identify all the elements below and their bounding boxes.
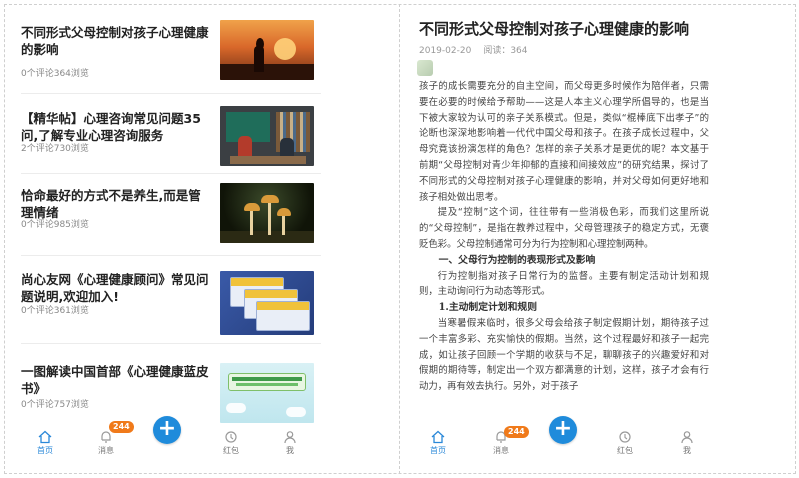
banner-ribbon bbox=[228, 373, 306, 391]
tab-redpacket[interactable]: 红包 bbox=[610, 430, 640, 456]
tab-home[interactable]: 首页 bbox=[423, 430, 453, 456]
desk-shape bbox=[230, 156, 306, 164]
feed-meta: 0个评论361浏览 bbox=[21, 303, 89, 316]
sunset-family-image[interactable] bbox=[220, 20, 314, 80]
article-paragraph: 提及“控制”这个词，往往带有一些消极色彩，而我们这里所说的“父母控制”，是指在教… bbox=[419, 207, 709, 250]
stem-shape bbox=[282, 213, 285, 235]
article-subheading: 1.主动制定计划和规则 bbox=[438, 302, 537, 314]
stem-shape bbox=[250, 209, 253, 235]
feed-meta: 0个评论985浏览 bbox=[21, 217, 89, 230]
feed-panel: 不同形式父母控制对孩子心理健康的影响 0个评论364浏览 【精华帖】心理咨询常见… bbox=[5, 5, 398, 425]
article-panel: 不同形式父母控制对孩子心理健康的影响 2019-02-20 阅读：364 孩子的成… bbox=[400, 5, 796, 425]
feed-separator bbox=[21, 93, 321, 94]
article-date: 2019-02-20 bbox=[419, 46, 472, 56]
feed-title[interactable]: 【精华帖】心理咨询常见问题35问,了解专业心理咨询服务 bbox=[21, 110, 211, 144]
feed-separator bbox=[21, 173, 321, 174]
feed-meta: 2个评论730浏览 bbox=[21, 141, 89, 154]
feed-title[interactable]: 恰命最好的方式不是养生,而是管理情绪 bbox=[21, 187, 211, 221]
card-shape bbox=[256, 301, 310, 331]
feed-meta: 0个评论757浏览 bbox=[21, 397, 89, 410]
bluebook-banner-image[interactable] bbox=[220, 363, 314, 423]
unread-badge: 244 bbox=[109, 421, 134, 433]
feed-item[interactable]: 尚心友网《心理健康顾问》常见问题说明,欢迎加入! 0个评论361浏览 bbox=[21, 267, 321, 353]
tab-me[interactable]: 我 bbox=[275, 430, 305, 456]
tab-label: 消息 bbox=[493, 446, 509, 455]
article-read-count: 阅读：364 bbox=[483, 46, 528, 56]
comment-count: 2个评论 bbox=[21, 144, 54, 154]
feed-separator bbox=[21, 255, 321, 256]
ground-shape bbox=[220, 231, 314, 243]
tab-label: 首页 bbox=[430, 446, 446, 455]
article-body: 孩子的成长需要充分的自主空间，而父母更多时候作为陪伴者，只需要在必要的时候给予帮… bbox=[419, 79, 709, 395]
comment-count: 0个评论 bbox=[21, 306, 54, 316]
person-shape bbox=[238, 136, 252, 158]
banner-text-bar bbox=[236, 383, 298, 386]
counseling-studio-image[interactable] bbox=[220, 106, 314, 166]
card-stripe bbox=[257, 302, 309, 310]
cap-shape bbox=[261, 195, 279, 203]
right-tab-bar: 首页 消息 244 + 红包 我 bbox=[400, 416, 796, 460]
user-icon bbox=[681, 431, 693, 444]
banner-text-bar bbox=[232, 377, 302, 381]
tab-me[interactable]: 我 bbox=[672, 430, 702, 456]
unread-badge: 244 bbox=[504, 426, 529, 438]
tab-label: 我 bbox=[286, 446, 294, 455]
sun-shape bbox=[274, 38, 296, 60]
tab-label: 红包 bbox=[617, 446, 633, 455]
card-stripe bbox=[245, 290, 297, 298]
article-paragraph: 孩子的成长需要充分的自主空间，而父母更多时候作为陪伴者，只需要在必要的时候给予帮… bbox=[419, 81, 709, 203]
tab-label: 红包 bbox=[223, 446, 239, 455]
feed-item[interactable]: 恰命最好的方式不是养生,而是管理情绪 0个评论985浏览 bbox=[21, 183, 321, 269]
view-count: 985浏览 bbox=[53, 220, 89, 230]
feed-meta: 0个评论364浏览 bbox=[21, 66, 89, 79]
home-icon bbox=[38, 430, 52, 444]
tab-label: 消息 bbox=[98, 446, 114, 455]
cloud-shape bbox=[286, 407, 306, 417]
cap-shape bbox=[244, 203, 260, 211]
child-silhouette-shape bbox=[256, 38, 264, 50]
article-meta: 2019-02-20 阅读：364 bbox=[419, 43, 540, 56]
stem-shape bbox=[268, 201, 271, 235]
feed-item[interactable]: 【精华帖】心理咨询常见问题35问,了解专业心理咨询服务 2个评论730浏览 bbox=[21, 106, 321, 192]
cap-shape bbox=[277, 208, 291, 216]
tab-messages[interactable]: 消息 bbox=[91, 430, 121, 456]
add-post-button[interactable]: + bbox=[153, 416, 181, 444]
tab-home[interactable]: 首页 bbox=[30, 430, 60, 456]
feed-title[interactable]: 不同形式父母控制对孩子心理健康的影响 bbox=[21, 24, 211, 58]
comment-count: 0个评论 bbox=[21, 400, 54, 410]
article-title: 不同形式父母控制对孩子心理健康的影响 bbox=[419, 20, 690, 38]
view-count: 361浏览 bbox=[53, 306, 89, 316]
tab-label: 我 bbox=[683, 446, 691, 455]
comment-count: 0个评论 bbox=[21, 69, 54, 79]
card-stripe bbox=[231, 278, 283, 286]
home-icon bbox=[431, 430, 445, 444]
feed-title[interactable]: 一图解读中国首部《心理健康蓝皮书》 bbox=[21, 363, 211, 397]
article-paragraph: 当寒暑假来临时，很多父母会给孩子制定假期计划，期待孩子过一个丰富多彩、充实愉快的… bbox=[419, 317, 709, 393]
author-avatar[interactable] bbox=[417, 60, 433, 76]
user-icon bbox=[284, 431, 296, 444]
view-count: 364浏览 bbox=[53, 69, 89, 79]
hill-shape bbox=[220, 64, 314, 80]
tab-redpacket[interactable]: 红包 bbox=[216, 430, 246, 456]
redpacket-icon bbox=[225, 431, 237, 443]
tab-label: 首页 bbox=[37, 446, 53, 455]
view-count: 730浏览 bbox=[53, 144, 89, 154]
add-post-button[interactable]: + bbox=[549, 416, 577, 444]
feed-separator bbox=[21, 343, 321, 344]
view-count: 757浏览 bbox=[53, 400, 89, 410]
left-tab-bar: 首页 消息 244 + 红包 我 bbox=[5, 416, 398, 460]
mushroom-image[interactable] bbox=[220, 183, 314, 243]
feed-title[interactable]: 尚心友网《心理健康顾问》常见问题说明,欢迎加入! bbox=[21, 271, 211, 305]
cloud-shape bbox=[226, 403, 246, 413]
article-heading: 一、父母行为控制的表现形式及影响 bbox=[438, 254, 596, 266]
comment-count: 0个评论 bbox=[21, 220, 54, 230]
article-paragraph: 行为控制指对孩子日常行为的监督。主要有制定活动计划和规则，主动询问行为动态等形式… bbox=[419, 270, 709, 298]
member-cards-image[interactable] bbox=[220, 271, 314, 335]
redpacket-icon bbox=[619, 431, 631, 443]
